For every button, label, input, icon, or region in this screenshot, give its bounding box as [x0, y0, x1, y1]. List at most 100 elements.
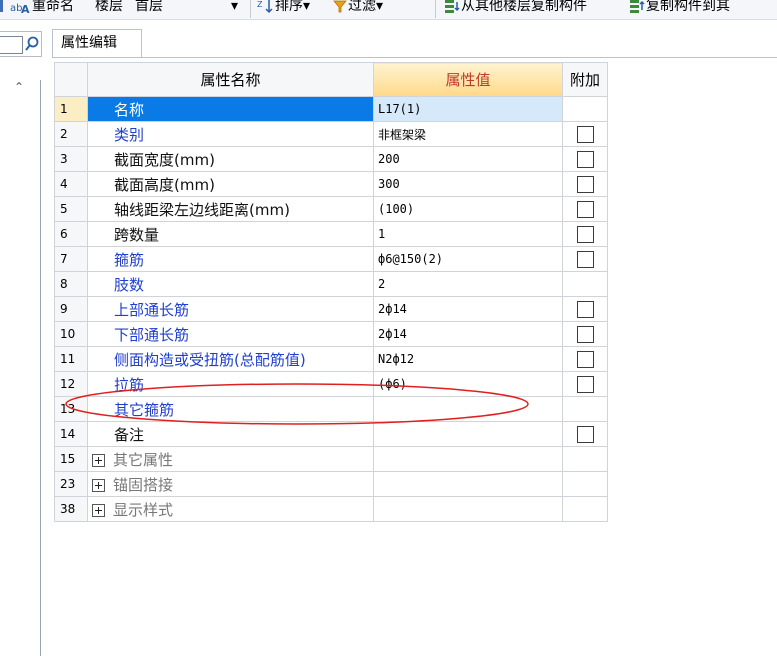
table-row[interactable]: 8 肢数 2	[54, 271, 608, 297]
extra-checkbox[interactable]	[576, 325, 594, 343]
search-icon[interactable]	[24, 35, 40, 53]
collapse-up-icon[interactable]: ⌃	[14, 80, 24, 94]
extra-checkbox[interactable]	[576, 350, 594, 368]
property-name[interactable]: 拉筋	[87, 371, 374, 397]
extra-checkbox[interactable]	[576, 425, 594, 443]
row-number: 4	[54, 171, 88, 197]
property-value[interactable]: (ф6)	[373, 371, 563, 397]
property-value[interactable]: 2ф14	[373, 296, 563, 322]
toolbar-edge-icon	[0, 0, 6, 17]
expand-plus-icon[interactable]	[92, 478, 105, 492]
property-value[interactable]: N2ф12	[373, 346, 563, 372]
table-row[interactable]: 11 侧面构造或受扭筋(总配筋值) N2ф12	[54, 346, 608, 372]
row-number: 5	[54, 196, 88, 222]
left-search-box[interactable]	[0, 31, 42, 57]
extra-checkbox[interactable]	[576, 200, 594, 218]
copy-to-floor-icon	[630, 0, 645, 13]
property-name[interactable]: 下部通长筋	[87, 321, 374, 347]
header-corner	[54, 62, 88, 97]
property-value[interactable]: 1	[373, 221, 563, 247]
row-number: 7	[54, 246, 88, 272]
extra-checkbox[interactable]	[576, 250, 594, 268]
sort-button[interactable]: Z 排序▾	[257, 0, 310, 17]
property-name[interactable]: 跨数量	[87, 221, 374, 247]
group-name-cell[interactable]: 锚固搭接	[87, 471, 374, 497]
table-row[interactable]: 12 拉筋 (ф6)	[54, 371, 608, 397]
row-number: 23	[54, 471, 88, 497]
attribute-grid: 属性名称 属性值 附加 1 名称 L17(1) 2 类别 非框架梁 3 截面宽度(mm) 200…	[54, 62, 608, 522]
extra-cell	[562, 96, 608, 122]
floor-select-value: 首层	[135, 0, 163, 14]
extra-checkbox[interactable]	[576, 125, 594, 143]
property-value[interactable]: 300	[373, 171, 563, 197]
property-value[interactable]: 非框架梁	[373, 121, 563, 147]
row-number: 13	[54, 396, 88, 422]
chevron-down-icon: ▾	[231, 0, 239, 14]
table-row[interactable]: 1 名称 L17(1)	[54, 96, 608, 122]
table-row[interactable]: 9 上部通长筋 2ф14	[54, 296, 608, 322]
property-name[interactable]: 类别	[87, 121, 374, 147]
group-name-cell[interactable]: 显示样式	[87, 496, 374, 522]
table-row[interactable]: 3 截面宽度(mm) 200	[54, 146, 608, 172]
floor-select[interactable]: 首层 ▾	[135, 0, 245, 17]
table-row[interactable]: 5 轴线距梁左边线距离(mm) (100)	[54, 196, 608, 222]
property-name[interactable]: 备注	[87, 421, 374, 447]
group-name-cell[interactable]: 其它属性	[87, 446, 374, 472]
table-row[interactable]: 10 下部通长筋 2ф14	[54, 321, 608, 347]
property-value[interactable]: L17(1)	[373, 96, 563, 122]
search-input[interactable]	[0, 36, 23, 54]
property-name[interactable]: 箍筋	[87, 246, 374, 272]
property-name[interactable]: 上部通长筋	[87, 296, 374, 322]
extra-cell	[562, 296, 608, 322]
copy-from-floor-button[interactable]: 从其他楼层复制构件	[443, 0, 587, 17]
property-value[interactable]: ф6@150(2)	[373, 246, 563, 272]
extra-cell	[562, 371, 608, 397]
table-row[interactable]: 13 其它箍筋	[54, 396, 608, 422]
property-name[interactable]: 轴线距梁左边线距离(mm)	[87, 196, 374, 222]
header-name[interactable]: 属性名称	[87, 62, 374, 97]
copy-to-floor-button[interactable]: 复制构件到其	[628, 0, 730, 17]
extra-checkbox[interactable]	[576, 175, 594, 193]
property-name[interactable]: 截面宽度(mm)	[87, 146, 374, 172]
sort-dropdown-icon: ▾	[303, 0, 311, 14]
property-value[interactable]: 2ф14	[373, 321, 563, 347]
extra-checkbox[interactable]	[576, 300, 594, 318]
extra-cell	[562, 446, 608, 472]
property-value[interactable]: (100)	[373, 196, 563, 222]
extra-cell	[562, 221, 608, 247]
expand-plus-icon[interactable]	[92, 503, 105, 517]
extra-checkbox[interactable]	[576, 225, 594, 243]
property-name[interactable]: 截面高度(mm)	[87, 171, 374, 197]
extra-cell	[562, 121, 608, 147]
table-row[interactable]: 4 截面高度(mm) 300	[54, 171, 608, 197]
expand-plus-icon[interactable]	[92, 453, 105, 467]
extra-checkbox[interactable]	[576, 150, 594, 168]
table-row[interactable]: 2 类别 非框架梁	[54, 121, 608, 147]
property-name[interactable]: 肢数	[87, 271, 374, 297]
property-value[interactable]	[373, 421, 563, 447]
extra-checkbox[interactable]	[576, 375, 594, 393]
property-name[interactable]: 其它箍筋	[87, 396, 374, 422]
group-name: 锚固搭接	[113, 475, 174, 494]
property-value[interactable]: 200	[373, 146, 563, 172]
group-row[interactable]: 23 锚固搭接	[54, 471, 608, 497]
group-row[interactable]: 38 显示样式	[54, 496, 608, 522]
tab-attribute-edit[interactable]: 属性编辑	[52, 29, 142, 57]
copy-from-floor-label: 从其他楼层复制构件	[461, 0, 587, 14]
property-name[interactable]: 侧面构造或受扭筋(总配筋值)	[87, 346, 374, 372]
group-value-cell	[373, 471, 563, 497]
table-row[interactable]: 7 箍筋 ф6@150(2)	[54, 246, 608, 272]
header-value[interactable]: 属性值	[373, 62, 563, 97]
rename-button[interactable]: ab A 重命名	[10, 0, 74, 17]
table-row[interactable]: 6 跨数量 1	[54, 221, 608, 247]
row-number: 6	[54, 221, 88, 247]
group-row[interactable]: 15 其它属性	[54, 446, 608, 472]
row-number: 8	[54, 271, 88, 297]
property-value[interactable]	[373, 396, 563, 422]
filter-button[interactable]: 过滤▾	[332, 0, 383, 17]
header-extra[interactable]: 附加	[562, 62, 608, 97]
table-row[interactable]: 14 备注	[54, 421, 608, 447]
property-name[interactable]: 名称	[87, 96, 374, 122]
extra-cell	[562, 471, 608, 497]
property-value[interactable]: 2	[373, 271, 563, 297]
